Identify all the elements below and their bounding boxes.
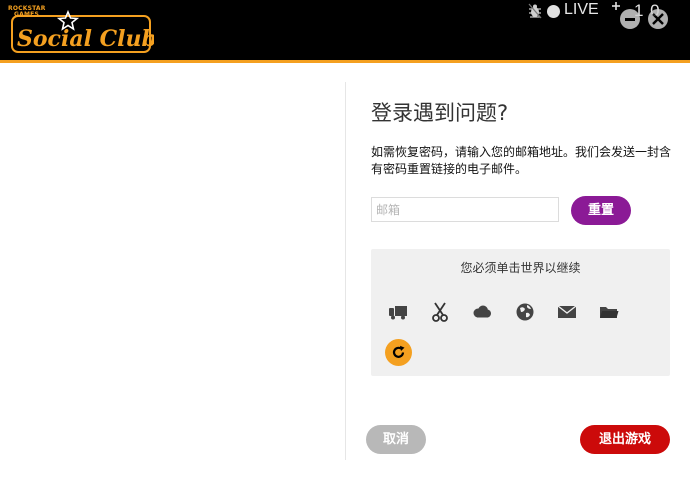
logo-brand-text: ROCKSTAR GAMES (8, 6, 46, 18)
logo-brand-line2: GAMES (14, 11, 39, 18)
cancel-button[interactable]: 取消 (366, 425, 426, 454)
folder-icon[interactable] (598, 301, 620, 323)
panel-divider (345, 82, 346, 460)
live-status-dot (547, 5, 560, 18)
live-label: LIVE (564, 1, 599, 18)
refresh-icon (392, 345, 405, 358)
header-bar: Social Club ROCKSTAR GAMES LIVE 1 0 (0, 0, 690, 60)
close-button[interactable] (648, 9, 668, 29)
close-icon (652, 13, 664, 25)
minimize-button[interactable] (620, 9, 640, 29)
cloud-icon[interactable] (471, 301, 493, 323)
globe-icon[interactable] (514, 301, 536, 323)
quit-game-button[interactable]: 退出游戏 (580, 425, 670, 454)
social-club-logo: Social Club ROCKSTAR GAMES (4, 3, 154, 55)
status-area: LIVE 1 0 (520, 0, 690, 29)
truck-icon[interactable] (387, 301, 409, 323)
envelope-icon[interactable] (556, 301, 578, 323)
scissors-icon[interactable] (429, 301, 451, 323)
email-input[interactable] (371, 197, 559, 222)
page-title: 登录遇到问题? (371, 101, 509, 125)
captcha-instruction: 您必须单击世界以继续 (460, 261, 581, 275)
header-accent-line (0, 60, 690, 63)
captcha-panel: 您必须单击世界以继续 (371, 249, 670, 376)
captcha-refresh-button[interactable] (385, 339, 412, 366)
reset-button[interactable]: 重置 (571, 196, 631, 225)
logo-wordmark: Social Club (17, 26, 154, 52)
bug-icon[interactable] (527, 3, 543, 19)
recovery-description: 如需恢复密码，请输入您的邮箱地址。我们会发送一封含有密码重置链接的电子邮件。 (371, 145, 672, 176)
